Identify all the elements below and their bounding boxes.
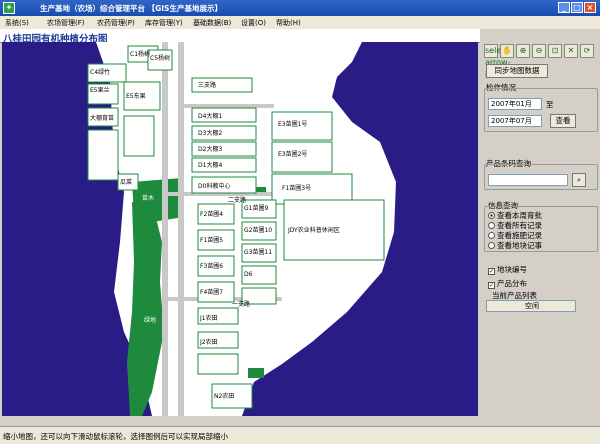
- full-extent-icon[interactable]: ⊡: [548, 44, 562, 58]
- product-list-field[interactable]: 空闲: [486, 300, 576, 312]
- road-3: [184, 104, 274, 108]
- plot-label: E3苗圃2号: [278, 150, 307, 158]
- check-icon: ✓: [488, 268, 495, 275]
- zoom-in-icon[interactable]: ⊕: [516, 44, 530, 58]
- close-button[interactable]: ×: [584, 2, 596, 13]
- check-icon: ✓: [488, 282, 495, 289]
- checkbox-plot-number[interactable]: ✓ 地块编号: [488, 264, 527, 275]
- menu-help[interactable]: 帮助(H): [276, 18, 301, 28]
- plot-label: D1大棚4: [198, 161, 222, 169]
- menu-farm[interactable]: 农场管理(F): [47, 18, 85, 28]
- green-patch: [248, 368, 264, 378]
- radio-dot-icon: [488, 232, 495, 239]
- plot-label: J2农田: [199, 338, 218, 346]
- plot-label: 三支路: [198, 81, 216, 89]
- zoom-out-icon[interactable]: ⊖: [532, 44, 546, 58]
- radio-dot-icon: [488, 242, 495, 249]
- plot-label: D0科教中心: [198, 182, 230, 190]
- plot-label: D3大棚2: [198, 129, 222, 137]
- farm-map[interactable]: C1杨树 C5杨树 C4绿竹 E5果兰 E5东果 大棚育苗 三支路 D4大棚1 …: [2, 42, 478, 416]
- select-arrow-icon[interactable]: select-arrow-icon: [484, 44, 512, 79]
- date-from-field[interactable]: 2007年01月: [488, 98, 542, 110]
- menu-base-data[interactable]: 基础数据(B): [193, 18, 231, 28]
- radio-label: 查看本周育批: [497, 211, 542, 220]
- checkbox-label: 地块编号: [497, 265, 527, 274]
- plot-label: 大棚育苗: [90, 114, 114, 122]
- radio-label: 查看地块记事: [497, 241, 542, 250]
- checkbox-label: 产品分布: [497, 279, 527, 288]
- menu-settings[interactable]: 设置(O): [241, 18, 266, 28]
- plot-label: E3苗圃1号: [278, 120, 307, 128]
- plot-label: C1杨树: [130, 50, 150, 58]
- plot-label: 二支路: [228, 196, 246, 204]
- minimize-button[interactable]: _: [558, 2, 570, 13]
- menu-pesticide[interactable]: 农药管理(P): [97, 18, 135, 28]
- plot-label: E5果兰: [90, 86, 110, 94]
- query-button[interactable]: 查看: [550, 114, 576, 128]
- plot-label: F1苗圃3号: [282, 184, 311, 192]
- to-label: 至: [546, 100, 554, 109]
- radio-dot-icon: [488, 212, 495, 219]
- plot-label: G3苗圃11: [244, 248, 272, 256]
- plot-label: D2大棚3: [198, 145, 222, 153]
- plot-label: JDY农业科普休闲区: [287, 226, 340, 234]
- green-area-north: [132, 178, 184, 222]
- maximize-button[interactable]: □: [571, 2, 583, 13]
- plot-label: N2农田: [214, 392, 234, 400]
- barcode-input[interactable]: [488, 174, 568, 186]
- window-title: 生产基地（农场）综合管理平台 【GIS生产基地展示】: [40, 4, 222, 13]
- plot-label: J1农田: [199, 314, 218, 322]
- plot-label: E5东果: [126, 92, 146, 100]
- date-to-field[interactable]: 2007年07月: [488, 115, 542, 127]
- radio-plot-notes[interactable]: 查看地块记事: [488, 240, 542, 251]
- radio-label: 查看施肥记录: [497, 231, 542, 240]
- close-map-icon[interactable]: ✕: [564, 44, 578, 58]
- menu-bar: 系统(S) 农场管理(F) 农药管理(P) 库存管理(Y) 基础数据(B) 设置…: [0, 16, 600, 29]
- map-view[interactable]: C1杨树 C5杨树 C4绿竹 E5果兰 E5东果 大棚育苗 三支路 D4大棚1 …: [2, 42, 478, 416]
- app-window: ✦ 生产基地（农场）综合管理平台 【GIS生产基地展示】 _ □ × 系统(S)…: [0, 0, 600, 444]
- refresh-icon[interactable]: ⟳: [580, 44, 594, 58]
- plot-label: C4绿竹: [90, 68, 110, 76]
- plot-label: F2苗圃4: [200, 210, 223, 218]
- plot-label: D4大棚1: [198, 112, 222, 120]
- plot-label: F3苗圃6: [200, 262, 223, 270]
- plot-label: 瓜菜: [120, 178, 132, 186]
- menu-inventory[interactable]: 库存管理(Y): [145, 18, 183, 28]
- menu-system[interactable]: 系统(S): [5, 18, 29, 28]
- plot-label: G1苗圃9: [244, 204, 268, 212]
- map-title: 八桂田园有机种植分布图: [0, 29, 480, 45]
- magnifier-icon[interactable]: ⌕: [572, 173, 586, 187]
- sync-map-button[interactable]: 同步地图数据: [486, 64, 548, 78]
- plot-label: F1苗圃5: [200, 236, 223, 244]
- plot-label: F4苗圃7: [200, 288, 223, 296]
- plot-label: 苗木: [142, 194, 154, 202]
- pan-icon[interactable]: ✋: [500, 44, 514, 58]
- app-icon: ✦: [3, 2, 15, 14]
- plot-label: G2苗圃10: [244, 226, 272, 234]
- checkbox-product-distribution[interactable]: ✓ 产品分布: [488, 278, 527, 289]
- plot-label: D6: [244, 271, 253, 278]
- radio-label: 查看所有记录: [497, 221, 542, 230]
- road-main: [162, 42, 168, 416]
- road-east: [178, 42, 184, 416]
- plot-label: C5杨树: [150, 54, 170, 62]
- radio-dot-icon: [488, 222, 495, 229]
- status-bar: 缩小地图，还可以向下滑动鼠标滚轮，选择图例后可以实现局部缩小: [0, 426, 600, 444]
- title-bar: ✦ 生产基地（农场）综合管理平台 【GIS生产基地展示】 _ □ ×: [0, 0, 600, 16]
- plot-label: 绿地: [144, 316, 156, 324]
- plot-label: 一支路: [232, 300, 250, 308]
- right-panel: select-arrow-icon ✋ ⊕ ⊖ ⊡ ✕ ⟳ 同步地图数据 检作情…: [482, 42, 600, 416]
